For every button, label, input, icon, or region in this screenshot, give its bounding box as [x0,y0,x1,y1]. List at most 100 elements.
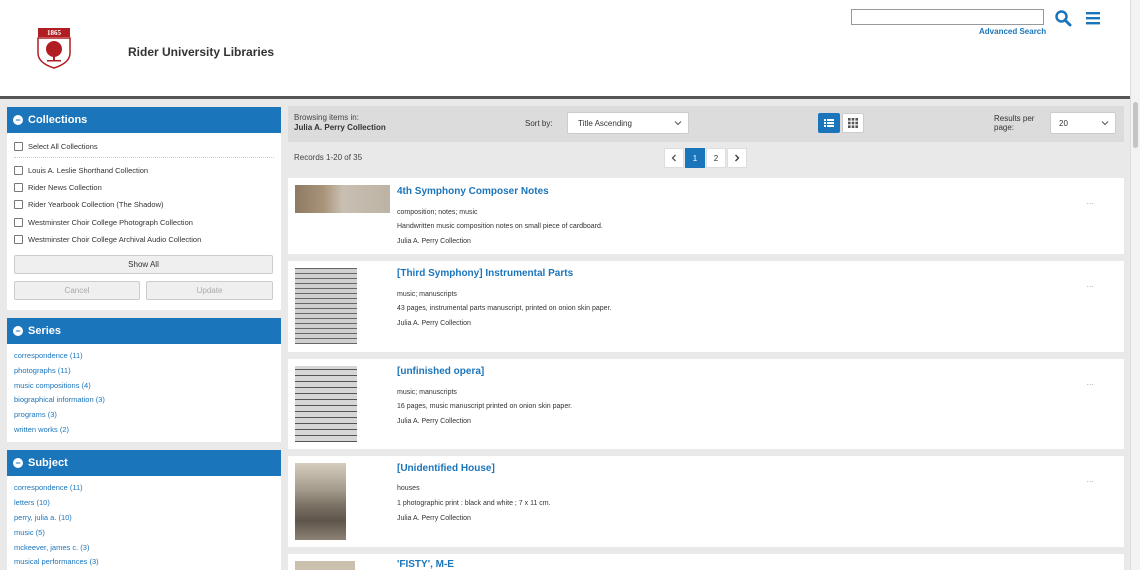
page-1-button[interactable]: 1 [685,148,705,168]
result-description: Handwritten music composition notes on s… [397,223,603,230]
result-thumbnail[interactable] [295,561,355,570]
university-logo[interactable]: 1865 [37,27,71,69]
result-title-link[interactable]: 4th Symphony Composer Notes [397,186,549,197]
series-facet-link[interactable]: music compositions (4) [14,381,91,390]
chevron-right-icon [735,154,740,162]
collections-title: Collections [28,114,88,126]
chevron-down-icon [674,121,682,126]
collection-option[interactable]: Rider Yearbook Collection (The Shadow) [14,200,164,209]
results-per-page-label: Results per page: [994,114,1034,132]
result-item: 4th Symphony Composer Notes composition;… [288,178,1124,254]
subject-facet-link[interactable]: correspondence (11) [14,483,83,492]
checkbox[interactable] [14,166,23,175]
update-button[interactable]: Update [146,281,273,300]
subject-facet-link[interactable]: letters (10) [14,498,50,507]
result-title-link[interactable]: [unfinished opera] [397,366,484,377]
result-type: composition; notes; music [397,209,478,216]
result-title-link[interactable]: [Unidentified House] [397,463,495,474]
result-item: [unfinished opera] music; manuscripts 16… [288,359,1124,449]
result-thumbnail[interactable] [295,185,390,213]
collection-option-label: Rider Yearbook Collection (The Shadow) [28,200,164,209]
checkbox[interactable] [14,235,23,244]
series-facet-link[interactable]: correspondence (11) [14,351,83,360]
hamburger-menu-icon [1086,12,1100,25]
series-facet-link[interactable]: written works (2) [14,425,69,434]
result-thumbnail[interactable] [295,463,346,540]
list-view-button[interactable] [818,113,840,133]
prev-page-button[interactable] [664,148,684,168]
grid-view-button[interactable] [842,113,864,133]
collection-option[interactable]: Westminster Choir College Photograph Col… [14,218,193,227]
menu-button[interactable] [1084,9,1102,27]
browsing-collection-name: Julia A. Perry Collection [294,123,386,132]
scrollbar-thumb[interactable] [1133,102,1138,148]
site-name[interactable]: Rider University Libraries [128,45,274,59]
subject-panel: − Subject correspondence (11) letters (1… [7,450,281,570]
series-panel-header[interactable]: − Series [7,318,281,344]
grid-view-icon [848,118,858,128]
series-facet-link[interactable]: photographs (11) [14,366,71,375]
list-view-icon [824,119,834,127]
subject-title: Subject [28,457,68,469]
collection-option[interactable]: Louis A. Leslie Shorthand Collection [14,166,148,175]
series-facet-link[interactable]: programs (3) [14,410,57,419]
series-facet-link[interactable]: biographical information (3) [14,395,105,404]
more-options-icon[interactable]: ... [1086,377,1094,387]
checkbox[interactable] [14,218,23,227]
checkbox[interactable] [14,183,23,192]
series-panel: − Series correspondence (11) photographs… [7,318,281,442]
search-input[interactable] [851,9,1044,25]
results-per-page-label-line2: page: [994,123,1015,132]
result-description: 16 pages, music manuscript printed on on… [397,403,573,410]
subject-facet-link[interactable]: perry, julia a. (10) [14,513,72,522]
university-seal-icon: 1865 [37,28,71,69]
result-type: houses [397,485,420,492]
result-type: music; manuscripts [397,389,457,396]
chevron-left-icon [671,154,676,162]
next-page-button[interactable] [727,148,747,168]
result-collection: Julia A. Perry Collection [397,238,471,245]
result-item: [Third Symphony] Instrumental Parts musi… [288,261,1124,352]
collection-option-label: Louis A. Leslie Shorthand Collection [28,166,149,175]
result-description: 43 pages, instrumental parts manuscript,… [397,305,612,312]
show-all-button[interactable]: Show All [14,255,273,274]
results-per-page-label-line1: Results per [994,114,1035,123]
more-options-icon[interactable]: ... [1086,196,1094,206]
subject-facet-link[interactable]: musical performances (3) [14,557,99,566]
collection-option-label: Westminster Choir College Archival Audio… [28,235,202,244]
page-scrollbar[interactable] [1130,0,1140,570]
collection-option-label: Rider News Collection [28,183,102,192]
search-icon [1055,10,1072,27]
results-toolbar: Browsing items in: Julia A. Perry Collec… [288,106,1124,142]
select-all-collections[interactable]: Select All Collections [14,142,98,151]
records-count: Records 1-20 of 35 [294,153,363,162]
site-header: 1865 Rider University Libraries Advanced… [0,0,1130,96]
more-options-icon[interactable]: ... [1086,474,1094,484]
header-divider [0,96,1130,99]
result-collection: Julia A. Perry Collection [397,320,471,327]
subject-panel-header[interactable]: − Subject [7,450,281,476]
results-per-page-select[interactable]: 20 [1050,112,1116,134]
search-button[interactable] [1054,9,1072,27]
subject-facet-link[interactable]: mckeever, james c. (3) [14,543,89,552]
result-thumbnail[interactable] [295,268,357,344]
result-type: music; manuscripts [397,291,457,298]
advanced-search-link[interactable]: Advanced Search [979,27,1046,36]
sort-select[interactable]: Title Ascending [567,112,689,134]
subject-facet-link[interactable]: music (5) [14,528,45,537]
checkbox[interactable] [14,200,23,209]
result-title-link[interactable]: [Third Symphony] Instrumental Parts [397,268,573,279]
collection-option-label: Westminster Choir College Photograph Col… [28,218,193,227]
result-title-link[interactable]: 'FISTY', M-E [397,559,454,570]
collections-panel-header[interactable]: − Collections [7,107,281,133]
series-title: Series [28,325,62,337]
page-2-button[interactable]: 2 [706,148,726,168]
result-thumbnail[interactable] [295,366,357,442]
collection-option[interactable]: Rider News Collection [14,183,102,192]
more-options-icon[interactable]: ... [1086,279,1094,289]
checkbox[interactable] [14,142,23,151]
cancel-button[interactable]: Cancel [14,281,140,300]
collection-option[interactable]: Westminster Choir College Archival Audio… [14,235,201,244]
result-collection: Julia A. Perry Collection [397,418,471,425]
collapse-icon: − [13,326,23,336]
